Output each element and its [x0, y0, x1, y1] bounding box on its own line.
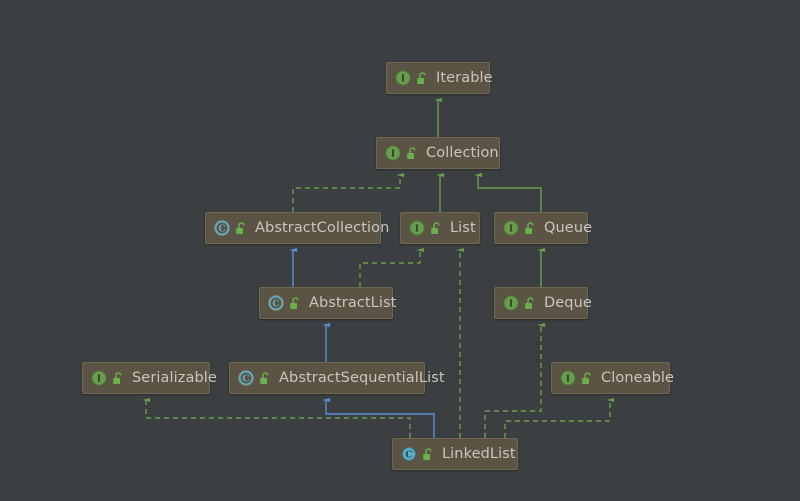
interface-icon: I	[385, 145, 401, 161]
interface-icon: I	[395, 70, 411, 86]
svg-text:C: C	[272, 299, 279, 309]
class-node-label: LinkedList	[442, 446, 516, 462]
edge-linkedlist-to-abstractsequentiallist[interactable]	[322, 398, 435, 438]
class-node-label: AbstractSequentialList	[279, 370, 445, 386]
class-node-label: AbstractCollection	[255, 220, 390, 236]
class-node-label: Iterable	[436, 70, 493, 86]
edge-abstractcollection-to-collection[interactable]	[292, 173, 405, 212]
class-node-deque[interactable]: I Deque	[494, 287, 592, 319]
unlock-icon	[289, 296, 301, 310]
edge-linkedlist-to-cloneable[interactable]	[504, 398, 615, 438]
unlock-icon	[416, 71, 428, 85]
unlock-icon	[112, 371, 124, 385]
unlock-icon	[524, 221, 536, 235]
class-node-list[interactable]: I List	[400, 212, 480, 244]
class-node-label: Queue	[544, 220, 593, 236]
class-node-label: Deque	[544, 295, 592, 311]
unlock-icon	[430, 221, 442, 235]
class-node-collection[interactable]: I Collection	[376, 137, 500, 169]
class-node-iterable[interactable]: I Iterable	[386, 62, 493, 94]
class-node-abstract-sequential-list[interactable]: C AbstractSequentialList	[229, 362, 445, 394]
unlock-icon	[406, 146, 418, 160]
class-node-abstract-collection[interactable]: C AbstractCollection	[205, 212, 389, 244]
svg-text:C: C	[218, 224, 225, 234]
class-node-queue[interactable]: I Queue	[494, 212, 592, 244]
class-node-serializable[interactable]: I Serializable	[82, 362, 217, 394]
interface-icon: I	[503, 220, 519, 236]
svg-text:C: C	[242, 374, 249, 384]
svg-text:I: I	[566, 375, 570, 385]
svg-text:I: I	[415, 225, 419, 235]
interface-icon: I	[91, 370, 107, 386]
unlock-icon	[259, 371, 271, 385]
class-node-label: Serializable	[132, 370, 217, 386]
class-node-label: Cloneable	[601, 370, 675, 386]
svg-text:C: C	[405, 450, 412, 460]
uml-diagram-canvas[interactable]: I Iterable I Collection C AbstractCollection I…	[0, 0, 800, 501]
edge-linkedlist-to-deque[interactable]	[484, 323, 546, 438]
svg-text:I: I	[97, 375, 101, 385]
class-node-label: List	[450, 220, 476, 236]
svg-text:I: I	[401, 75, 405, 85]
abstract-class-icon: C	[268, 295, 284, 311]
interface-icon: I	[560, 370, 576, 386]
edge-linkedlist-to-serializable[interactable]	[142, 398, 411, 438]
class-node-linked-list[interactable]: C LinkedList	[392, 438, 518, 470]
interface-icon: I	[503, 295, 519, 311]
unlock-icon	[581, 371, 593, 385]
unlock-icon	[422, 447, 434, 461]
edge-abstractlist-to-list[interactable]	[359, 248, 425, 287]
svg-text:I: I	[509, 225, 513, 235]
class-node-cloneable[interactable]: I Cloneable	[551, 362, 674, 394]
abstract-class-icon: C	[214, 220, 230, 236]
class-icon: C	[401, 446, 417, 462]
interface-icon: I	[409, 220, 425, 236]
class-node-abstract-list[interactable]: C AbstractList	[259, 287, 397, 319]
class-node-label: AbstractList	[309, 295, 397, 311]
unlock-icon	[235, 221, 247, 235]
abstract-class-icon: C	[238, 370, 254, 386]
class-node-label: Collection	[426, 145, 499, 161]
svg-text:I: I	[391, 150, 395, 160]
svg-text:I: I	[509, 300, 513, 310]
edge-queue-to-collection[interactable]	[474, 173, 542, 212]
unlock-icon	[524, 296, 536, 310]
